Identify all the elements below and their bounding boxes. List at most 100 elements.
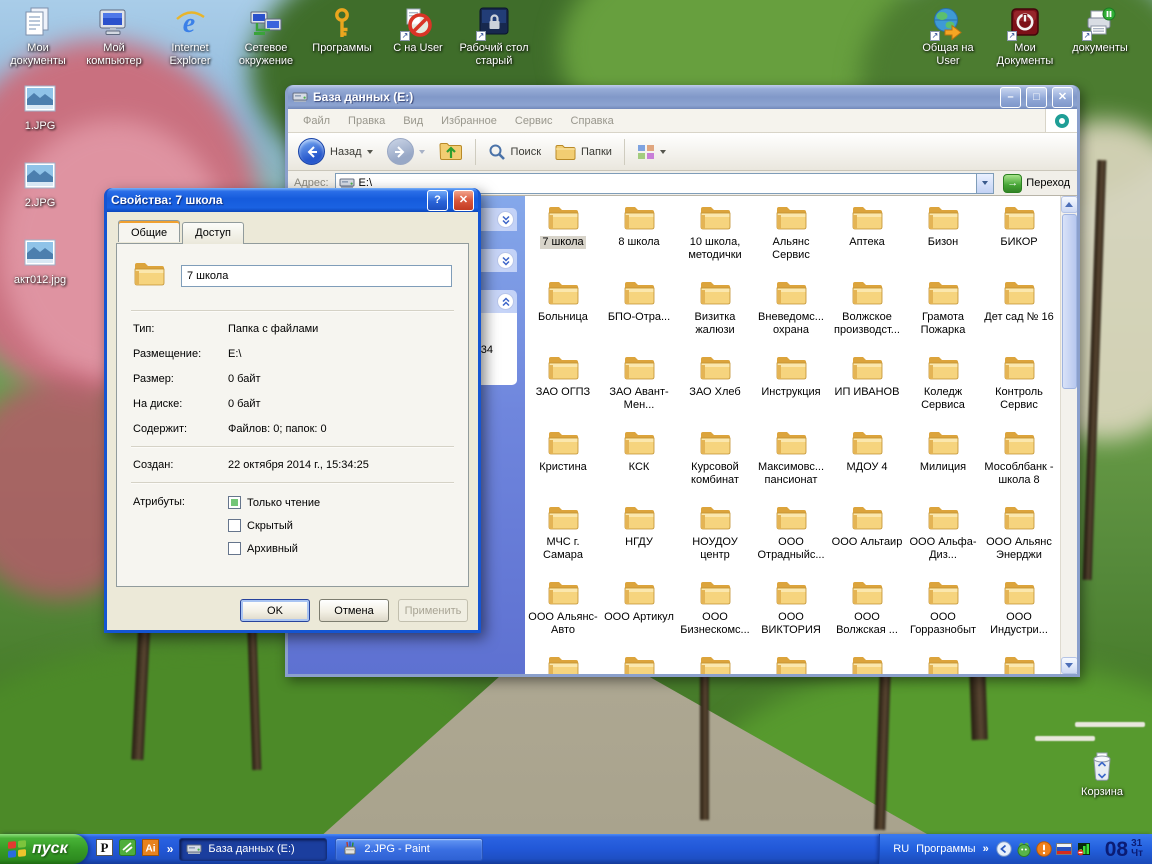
folder-item[interactable]: ООО Альтаир [829, 502, 905, 577]
desktop-file-icon-1[interactable]: 1.JPG [2, 84, 78, 133]
menu-view[interactable]: Вид [394, 110, 432, 132]
desktop-icon-3[interactable]: eInternet Explorer [152, 6, 228, 68]
antivirus-agent-icon[interactable] [1016, 841, 1032, 857]
back-button[interactable]: Назад [294, 135, 377, 168]
desktop-icon-right-1[interactable]: ↗Общая на User [910, 6, 986, 68]
folder-item[interactable]: 8 школа [601, 202, 677, 277]
scrollbar-thumb[interactable] [1062, 214, 1077, 389]
folder-item[interactable]: Больница [525, 277, 601, 352]
scroll-down-button[interactable] [1061, 657, 1078, 674]
folder-item[interactable]: Курсовой комбинат [677, 427, 753, 502]
hide-icons-chevron-icon[interactable] [996, 841, 1012, 857]
folder-item[interactable]: 7 школа [525, 202, 601, 277]
folder-item-partial[interactable] [981, 652, 1057, 674]
desktop-file-icon-3[interactable]: акт012.jpg [2, 238, 78, 287]
go-button[interactable]: → Переход [1000, 174, 1073, 193]
attribute-checkbox-unchecked[interactable]: Архивный [228, 542, 320, 555]
chevron-down-icon[interactable] [497, 211, 514, 228]
cancel-button[interactable]: Отмена [319, 599, 389, 622]
explorer-titlebar[interactable]: База данных (E:) – □ ✕ [288, 85, 1077, 109]
russian-flag-icon[interactable] [1056, 843, 1072, 855]
folder-item[interactable]: ООО Бизнескомс... [677, 577, 753, 652]
folder-item[interactable]: Инструкция [753, 352, 829, 427]
views-button[interactable] [633, 141, 670, 163]
menu-edit[interactable]: Правка [339, 110, 394, 132]
folder-item-partial[interactable] [829, 652, 905, 674]
attribute-checkbox-mixed[interactable]: Только чтение [228, 496, 320, 509]
folder-item[interactable]: ЗАО Авант-Мен... [601, 352, 677, 427]
quick-launch-pagemaker-icon[interactable]: P [96, 839, 113, 859]
desktop-icon-1[interactable]: Мои документы [0, 6, 76, 68]
desktop-icon-5[interactable]: Программы [304, 6, 380, 55]
folder-item[interactable]: НГДУ [601, 502, 677, 577]
folder-item[interactable]: Грамота Пожарка [905, 277, 981, 352]
folder-item[interactable]: ООО Волжская ... [829, 577, 905, 652]
tray-programs-label[interactable]: Программы [916, 843, 975, 855]
folder-item[interactable]: Вневедомс... охрана [753, 277, 829, 352]
menu-tools[interactable]: Сервис [506, 110, 562, 132]
folder-item[interactable]: ИП ИВАНОВ [829, 352, 905, 427]
dialog-titlebar[interactable]: Свойства: 7 школа ? ✕ [107, 188, 478, 212]
folder-item[interactable]: ООО Горразнобыт [905, 577, 981, 652]
folder-item[interactable]: Дет сад № 16 [981, 277, 1057, 352]
desktop-icon-2[interactable]: Мой компьютер [76, 6, 152, 68]
minimize-button[interactable]: – [1000, 87, 1021, 108]
folders-button[interactable]: Папки [551, 140, 616, 164]
checkbox-icon[interactable] [228, 542, 241, 555]
folder-item[interactable]: МДОУ 4 [829, 427, 905, 502]
folder-item-partial[interactable] [601, 652, 677, 674]
folder-item[interactable]: ООО Артикул [601, 577, 677, 652]
folder-item[interactable]: ООО Индустри... [981, 577, 1057, 652]
close-button[interactable]: ✕ [1052, 87, 1073, 108]
folder-item[interactable]: Милиция [905, 427, 981, 502]
menu-file[interactable]: Файл [294, 110, 339, 132]
taskbar-task-inactive[interactable]: 2.JPG - Paint [335, 838, 483, 861]
taskbar-task-active[interactable]: База данных (E:) [179, 838, 327, 861]
checkbox-icon[interactable] [228, 496, 241, 509]
folder-item[interactable]: Контроль Сервис [981, 352, 1057, 427]
vertical-scrollbar[interactable] [1060, 196, 1077, 674]
folder-item-partial[interactable] [753, 652, 829, 674]
folder-item[interactable]: Кристина [525, 427, 601, 502]
up-button[interactable] [435, 138, 467, 165]
folder-item[interactable]: Аптека [829, 202, 905, 277]
folder-item-partial[interactable] [677, 652, 753, 674]
folder-item[interactable]: Мособлбанк - школа 8 [981, 427, 1057, 502]
address-dropdown-button[interactable] [976, 174, 993, 193]
scroll-up-button[interactable] [1061, 196, 1078, 213]
attribute-checkbox-unchecked[interactable]: Скрытый [228, 519, 320, 532]
search-button[interactable]: Поиск [484, 140, 545, 164]
folder-item-partial[interactable] [525, 652, 601, 674]
desktop-icon-6[interactable]: ↗С на User [380, 6, 456, 55]
folder-item[interactable]: МЧС г. Самара [525, 502, 601, 577]
folder-item[interactable]: ЗАО ОГПЗ [525, 352, 601, 427]
desktop-icon-right-2[interactable]: ↗Мои Документы [987, 6, 1063, 68]
folder-item[interactable]: КСК [601, 427, 677, 502]
folder-item[interactable]: ООО Альфа-Диз... [905, 502, 981, 577]
folder-item[interactable]: Бизон [905, 202, 981, 277]
back-dropdown-caret[interactable] [367, 150, 373, 154]
folder-item[interactable]: ООО ВИКТОРИЯ [753, 577, 829, 652]
folder-item[interactable]: Визитка жалюзи [677, 277, 753, 352]
quick-launch-illustrator-icon[interactable]: Ai [142, 839, 159, 859]
tab-general[interactable]: Общие [118, 220, 180, 242]
folder-item-partial[interactable] [905, 652, 981, 674]
folder-item[interactable]: Альянс Сервис [753, 202, 829, 277]
chevron-up-icon[interactable] [497, 293, 514, 310]
desktop-file-icon-2[interactable]: 2.JPG [2, 161, 78, 210]
folder-item[interactable]: Волжское производст... [829, 277, 905, 352]
folder-item[interactable]: Коледж Сервиса [905, 352, 981, 427]
start-button[interactable]: пуск [0, 834, 88, 864]
menu-favorites[interactable]: Избранное [432, 110, 506, 132]
dialog-close-button[interactable]: ✕ [453, 190, 474, 211]
alert-icon[interactable] [1036, 841, 1052, 857]
menu-help[interactable]: Справка [562, 110, 623, 132]
folder-item[interactable]: НОУДОУ центр [677, 502, 753, 577]
folder-item[interactable]: Максимовс... пансионат [753, 427, 829, 502]
network-monitor-icon[interactable] [1076, 841, 1092, 857]
recycle-bin-icon[interactable]: Корзина [1062, 750, 1142, 799]
desktop-icon-right-3[interactable]: ↗документы [1062, 6, 1138, 55]
folder-item[interactable]: ЗАО Хлеб [677, 352, 753, 427]
desktop-icon-7[interactable]: ↗Рабочий стол старый [456, 6, 532, 68]
checkbox-icon[interactable] [228, 519, 241, 532]
